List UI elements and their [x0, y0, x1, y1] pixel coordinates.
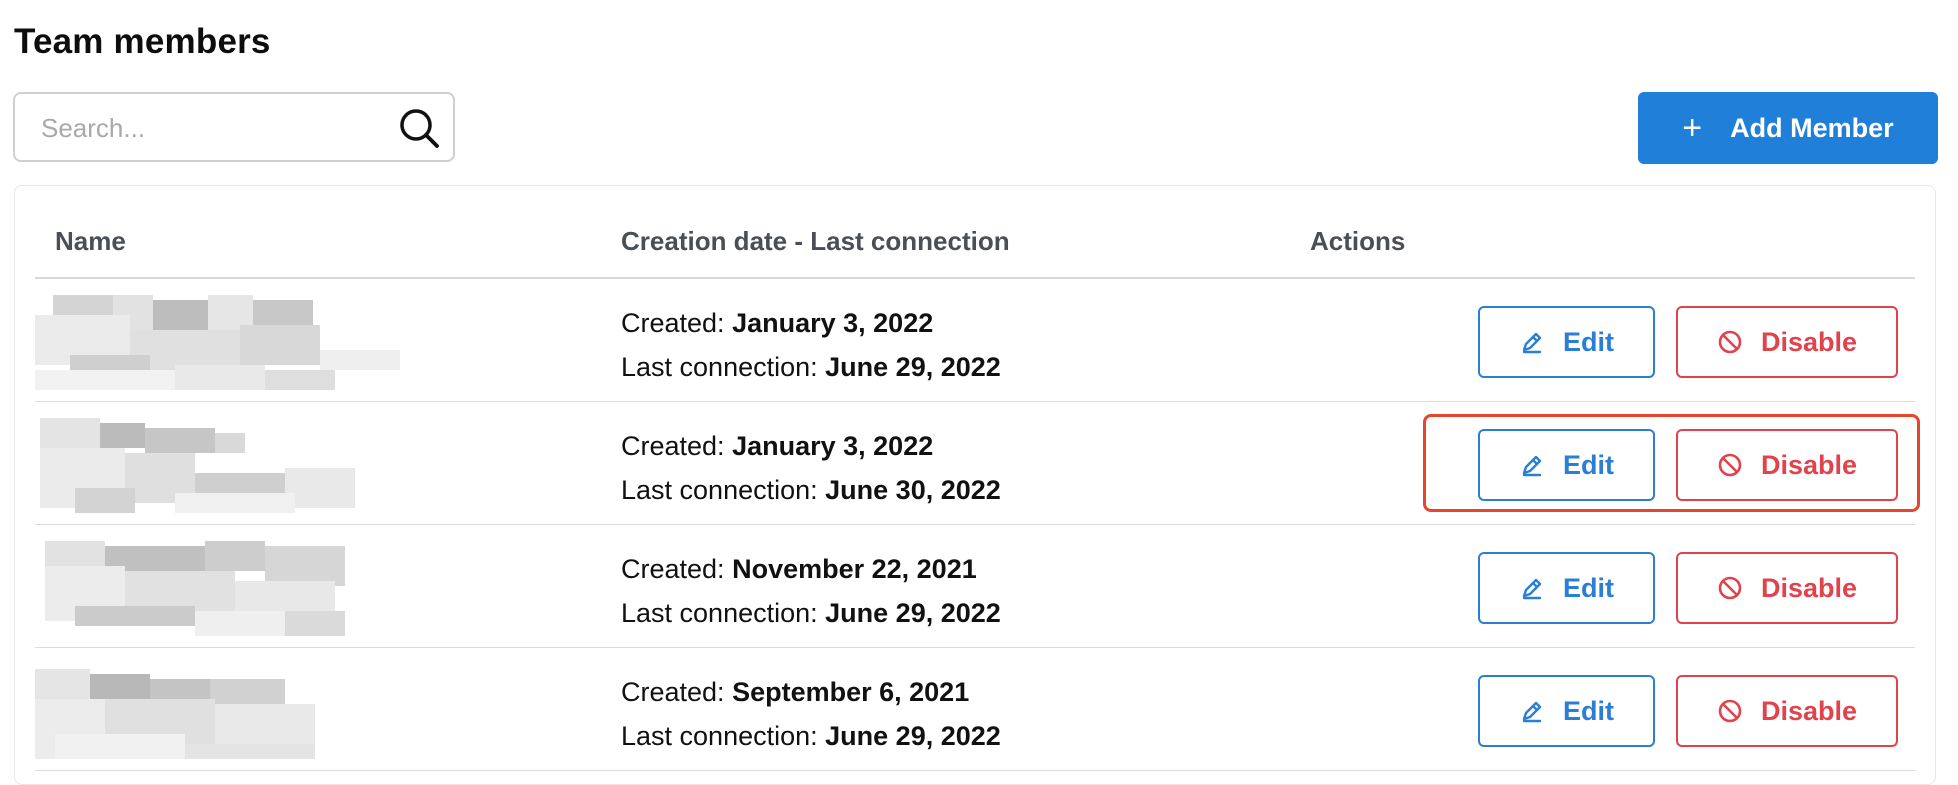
disable-label: Disable [1760, 326, 1858, 357]
search-box[interactable] [13, 92, 455, 162]
created-label: Created: [621, 308, 725, 338]
last-connection-line: Last connection: June 29, 2022 [621, 591, 1001, 635]
ban-icon [1717, 329, 1743, 355]
team-members-page: Team members + Add Member Name Creation … [0, 0, 1958, 785]
page-title: Team members [14, 22, 271, 61]
member-name-redacted [40, 418, 355, 513]
last-connection-date: June 29, 2022 [825, 598, 1001, 628]
created-date: January 3, 2022 [732, 431, 934, 461]
add-member-button[interactable]: + Add Member [1638, 92, 1938, 164]
plus-icon: + [1682, 109, 1703, 147]
created-line: Created: November 22, 2021 [621, 547, 1001, 591]
created-date: November 22, 2021 [732, 554, 977, 584]
created-date: January 3, 2022 [732, 308, 934, 338]
last-connection-label: Last connection: [621, 598, 818, 628]
pencil-icon [1519, 575, 1545, 601]
disable-label: Disable [1760, 572, 1858, 603]
member-dates: Created: January 3, 2022 Last connection… [621, 301, 1001, 389]
edit-label: Edit [1563, 326, 1614, 357]
edit-button[interactable]: Edit [1478, 306, 1655, 378]
last-connection-date: June 29, 2022 [825, 352, 1001, 382]
last-connection-line: Last connection: June 29, 2022 [621, 714, 1001, 758]
created-line: Created: January 3, 2022 [621, 424, 1001, 468]
table-row: Created: January 3, 2022 Last connection… [35, 279, 1915, 402]
search-icon[interactable] [397, 106, 441, 150]
disable-label: Disable [1760, 695, 1858, 726]
disable-button[interactable]: Disable [1676, 306, 1898, 378]
last-connection-label: Last connection: [621, 352, 818, 382]
add-member-label: Add Member [1730, 112, 1894, 143]
disable-button[interactable]: Disable [1676, 552, 1898, 624]
last-connection-line: Last connection: June 29, 2022 [621, 345, 1001, 389]
ban-icon [1717, 575, 1743, 601]
member-dates: Created: January 3, 2022 Last connection… [621, 424, 1001, 512]
created-date: September 6, 2021 [732, 677, 970, 707]
table-row: Created: September 6, 2021 Last connecti… [35, 648, 1915, 771]
member-dates: Created: November 22, 2021 Last connecti… [621, 547, 1001, 635]
highlight-box [1423, 414, 1920, 512]
created-line: Created: January 3, 2022 [621, 301, 1001, 345]
created-label: Created: [621, 554, 725, 584]
pencil-icon [1519, 698, 1545, 724]
last-connection-label: Last connection: [621, 475, 818, 505]
last-connection-line: Last connection: June 30, 2022 [621, 468, 1001, 512]
edit-button[interactable]: Edit [1478, 552, 1655, 624]
search-input[interactable] [39, 94, 383, 162]
last-connection-date: June 29, 2022 [825, 721, 1001, 751]
pencil-icon [1519, 329, 1545, 355]
created-label: Created: [621, 677, 725, 707]
column-header-name[interactable]: Name [55, 226, 126, 257]
member-name-redacted [35, 669, 315, 759]
edit-label: Edit [1563, 572, 1614, 603]
created-line: Created: September 6, 2021 [621, 670, 1001, 714]
ban-icon [1717, 698, 1743, 724]
disable-button[interactable]: Disable [1676, 675, 1898, 747]
table-row: Created: November 22, 2021 Last connecti… [35, 525, 1915, 648]
created-label: Created: [621, 431, 725, 461]
member-name-redacted [35, 295, 400, 390]
member-name-redacted [45, 541, 345, 636]
edit-button[interactable]: Edit [1478, 675, 1655, 747]
column-header-dates[interactable]: Creation date - Last connection [621, 226, 1010, 257]
column-header-actions: Actions [1310, 226, 1406, 256]
edit-label: Edit [1563, 695, 1614, 726]
last-connection-label: Last connection: [621, 721, 818, 751]
member-dates: Created: September 6, 2021 Last connecti… [621, 670, 1001, 758]
last-connection-date: June 30, 2022 [825, 475, 1001, 505]
